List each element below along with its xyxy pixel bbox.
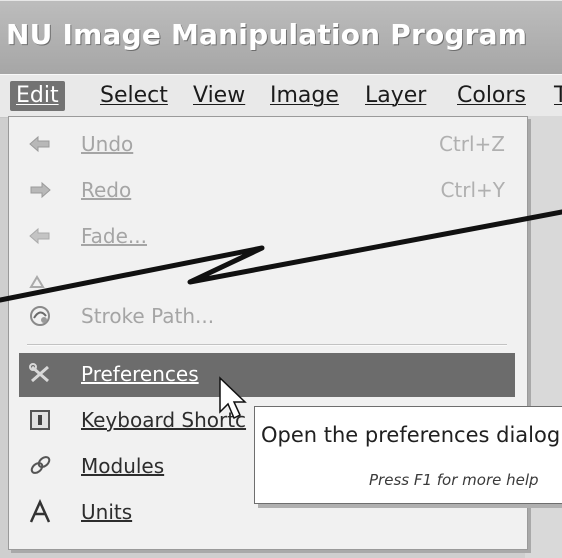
units-icon: [27, 498, 53, 525]
menu-item-shortcut: Ctrl+Y: [440, 178, 505, 202]
menu-item-undo[interactable]: Undo Ctrl+Z: [19, 123, 515, 167]
stroke-path-icon: [27, 303, 53, 329]
menu-item-label: Keyboard Shortc: [81, 408, 247, 432]
menu-layer[interactable]: Layer: [359, 81, 432, 111]
menu-item-label: Undo: [81, 132, 134, 156]
menu-bar: Edit Select View Image Layer Colors T: [0, 74, 562, 118]
menu-item-fade[interactable]: Fade...: [19, 215, 515, 259]
menu-item-preferences[interactable]: Preferences: [19, 353, 515, 397]
menu-item-label: Fade...: [81, 224, 147, 248]
menu-select[interactable]: Select: [94, 81, 174, 111]
tooltip-help-text: Press F1 for more help: [369, 471, 539, 489]
menu-colors[interactable]: Colors: [451, 81, 532, 111]
menu-view[interactable]: View: [187, 81, 251, 111]
app-window: NU Image Manipulation Program Edit Selec…: [0, 0, 562, 558]
menu-item-label: Units: [81, 500, 133, 524]
redo-icon: [27, 177, 53, 203]
undo-icon: [27, 131, 53, 157]
tooltip-text: Open the preferences dialog: [261, 423, 561, 447]
fade-icon: [27, 223, 53, 249]
menu-item-stroke-path[interactable]: Stroke Path...: [19, 295, 515, 339]
title-bar: NU Image Manipulation Program: [0, 0, 562, 74]
preferences-icon: [27, 361, 53, 387]
keyboard-shortcuts-icon: [27, 407, 53, 433]
menu-edit[interactable]: Edit: [10, 81, 65, 111]
menu-item-redo[interactable]: Redo Ctrl+Y: [19, 169, 515, 213]
menu-image[interactable]: Image: [264, 81, 345, 111]
menu-separator: [27, 344, 507, 346]
menu-tools[interactable]: T: [548, 81, 562, 111]
menu-item-label: Stroke Path...: [81, 304, 215, 328]
menu-item-label: Modules: [81, 454, 165, 478]
menu-item-shortcut: Ctrl+Z: [438, 132, 505, 156]
preferences-tooltip: Open the preferences dialog Press F1 for…: [254, 406, 562, 504]
hidden-item-icon: [27, 269, 53, 295]
window-title: NU Image Manipulation Program: [6, 18, 528, 51]
modules-icon: [27, 453, 53, 479]
menu-item-label: Redo: [81, 178, 132, 202]
menu-item-label: Preferences: [81, 362, 199, 386]
